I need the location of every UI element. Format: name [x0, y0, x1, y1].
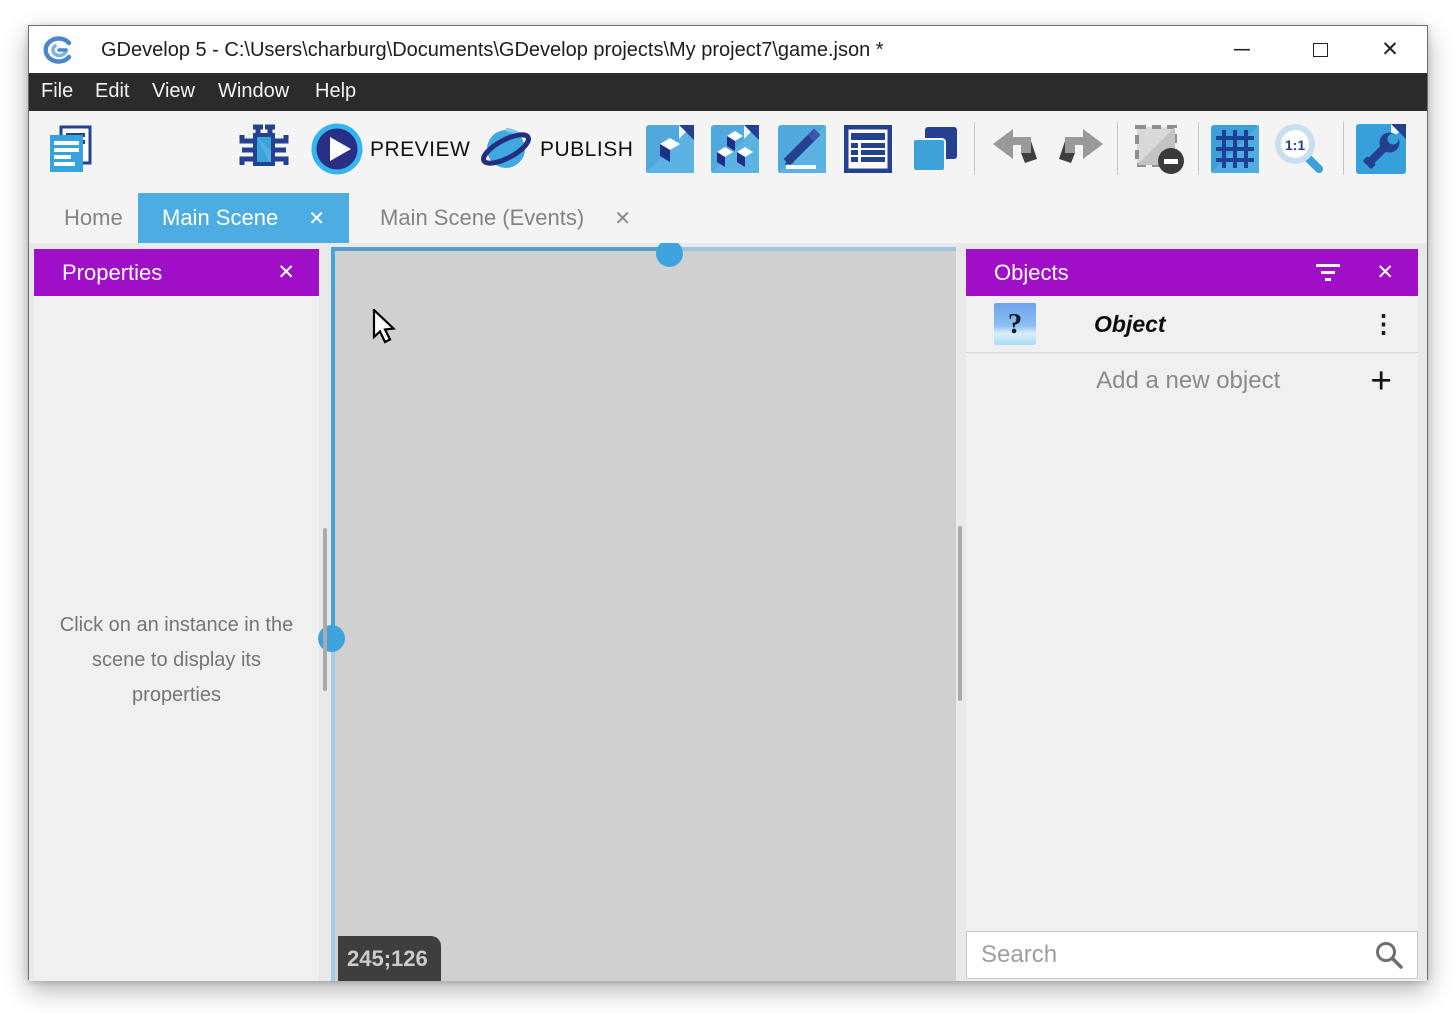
- redo-button[interactable]: [1057, 124, 1105, 174]
- cursor-coordinates-badge: 245;126: [338, 936, 441, 981]
- menu-file[interactable]: File: [41, 80, 73, 103]
- properties-body: Click on an instance in the scene to dis…: [34, 296, 319, 981]
- object-search-input[interactable]: [967, 941, 1374, 969]
- project-manager-icon: [46, 124, 96, 174]
- publish-globe-icon: [479, 122, 533, 176]
- objects-cubes-icon: [711, 125, 759, 173]
- add-object-row[interactable]: Add a new object +: [966, 353, 1418, 408]
- canvas-scrollbar[interactable]: [958, 526, 962, 701]
- tab-main-scene-events[interactable]: Main Scene (Events) ✕: [354, 193, 657, 243]
- scene-window-left-edge: [331, 247, 335, 638]
- redo-arrow-icon: [1057, 127, 1105, 171]
- edit-scene-button[interactable]: [646, 124, 694, 174]
- layers-icon: [910, 124, 960, 174]
- publish-label[interactable]: PUBLISH: [540, 138, 633, 162]
- zoom-one-to-one-icon: 1:1: [1271, 121, 1327, 177]
- preview-button[interactable]: [311, 124, 363, 174]
- debug-button[interactable]: [239, 124, 289, 174]
- tab-main-scene-events-label: Main Scene (Events): [380, 205, 584, 231]
- minimize-button[interactable]: —: [1213, 26, 1271, 73]
- tab-home[interactable]: Home: [34, 193, 153, 243]
- grid-icon: [1211, 125, 1259, 173]
- clear-selection-icon: [1133, 123, 1185, 175]
- object-menu-dots-icon[interactable]: ⋮: [1371, 312, 1396, 337]
- add-object-label: Add a new object: [966, 367, 1370, 395]
- toolbar: PREVIEW PUBLISH: [29, 111, 1427, 186]
- undo-button[interactable]: [991, 124, 1039, 174]
- menu-view[interactable]: View: [152, 80, 195, 103]
- title-bar: GDevelop 5 - C:\Users\charburg\Documents…: [29, 26, 1427, 73]
- objects-close-icon[interactable]: ✕: [1376, 260, 1394, 285]
- menu-window[interactable]: Window: [218, 80, 289, 103]
- object-list-item[interactable]: ? Object ⋮: [966, 296, 1418, 353]
- toolbar-separator: [1343, 122, 1344, 175]
- settings-wrench-icon: [1356, 124, 1406, 174]
- menu-help[interactable]: Help: [315, 80, 356, 103]
- tab-bar: Home Main Scene ✕ Main Scene (Events) ✕: [29, 186, 1427, 243]
- object-name-label: Object: [1094, 311, 1371, 338]
- preview-label[interactable]: PREVIEW: [370, 138, 470, 162]
- maximize-icon: [1313, 43, 1328, 57]
- events-list-icon: [844, 125, 892, 173]
- objects-panel: Objects ✕ ? Object ⋮ Add a new object +: [966, 249, 1418, 981]
- tab-main-scene-close-icon[interactable]: ✕: [308, 206, 325, 231]
- object-search-bar: [966, 931, 1418, 979]
- edit-layers-button[interactable]: [910, 124, 960, 174]
- debug-bug-icon: [239, 124, 289, 174]
- tab-main-scene-label: Main Scene: [162, 205, 278, 231]
- objects-header: Objects ✕: [966, 249, 1418, 296]
- search-icon[interactable]: [1374, 940, 1404, 970]
- window-title: GDevelop 5 - C:\Users\charburg\Documents…: [101, 39, 884, 62]
- toolbar-separator: [1117, 122, 1118, 175]
- gdevelop-logo-icon: [42, 34, 74, 66]
- filter-icon[interactable]: [1316, 264, 1340, 281]
- main-area: Properties ✕ Click on an instance in the…: [29, 243, 1427, 981]
- properties-close-icon[interactable]: ✕: [277, 260, 295, 285]
- preview-play-icon: [311, 123, 363, 175]
- clear-selection-button[interactable]: [1133, 124, 1185, 174]
- properties-scrollbar[interactable]: [323, 528, 327, 691]
- scene-cube-icon: [646, 125, 694, 173]
- menu-bar: File Edit View Window Help: [29, 73, 1427, 111]
- project-manager-button[interactable]: [46, 124, 96, 174]
- mouse-cursor-icon: [372, 309, 400, 347]
- properties-panel: Properties ✕ Click on an instance in the…: [34, 249, 319, 981]
- question-mark-icon: ?: [994, 303, 1036, 345]
- maximize-button[interactable]: [1291, 26, 1349, 73]
- edit-events-button[interactable]: [844, 124, 892, 174]
- scene-window-left-edge-faded: [331, 638, 335, 981]
- properties-pencil-icon: [778, 125, 826, 173]
- tab-home-label: Home: [64, 205, 123, 231]
- edit-objects-button[interactable]: [711, 124, 759, 174]
- zoom-reset-button[interactable]: 1:1: [1271, 124, 1327, 174]
- zoom-ratio-label: 1:1: [1285, 137, 1305, 153]
- properties-title: Properties: [62, 260, 277, 286]
- scene-canvas[interactable]: [331, 247, 956, 981]
- objects-title: Objects: [994, 260, 1316, 286]
- scene-window-top-edge-faded: [669, 247, 956, 251]
- tab-main-scene-events-close-icon[interactable]: ✕: [614, 206, 631, 231]
- scene-settings-button[interactable]: [1356, 124, 1406, 174]
- plus-icon[interactable]: +: [1370, 362, 1392, 399]
- toolbar-separator: [1198, 122, 1199, 175]
- publish-button[interactable]: [479, 124, 533, 174]
- scene-window-top-edge: [331, 247, 669, 251]
- close-window-button[interactable]: ✕: [1361, 26, 1419, 73]
- properties-empty-message: Click on an instance in the scene to dis…: [49, 608, 305, 713]
- app-window: GDevelop 5 - C:\Users\charburg\Documents…: [28, 25, 1428, 980]
- tab-main-scene[interactable]: Main Scene ✕: [138, 193, 349, 243]
- edit-scene-properties-button[interactable]: [778, 124, 826, 174]
- undo-arrow-icon: [991, 127, 1039, 171]
- menu-edit[interactable]: Edit: [95, 80, 129, 103]
- grid-button[interactable]: [1211, 124, 1259, 174]
- properties-header: Properties ✕: [34, 249, 319, 296]
- toolbar-separator: [974, 122, 975, 175]
